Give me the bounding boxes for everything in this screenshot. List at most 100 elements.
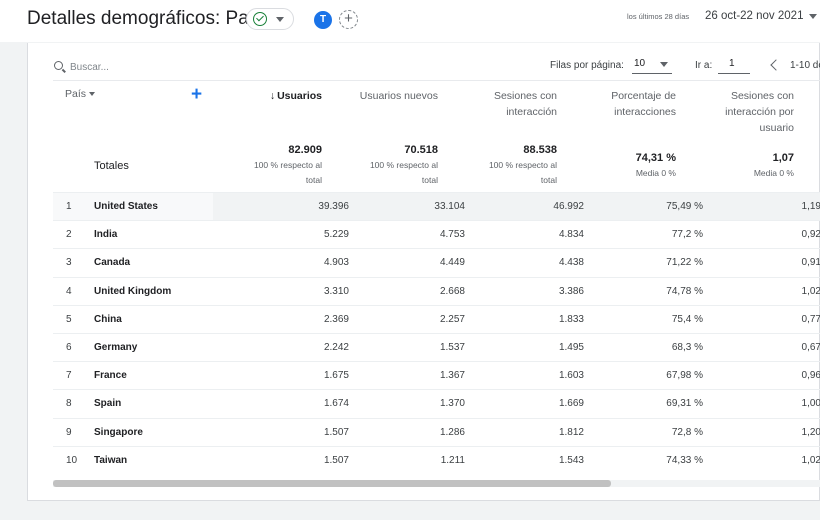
column-header-users[interactable]: ↓ Usuarios: [270, 88, 322, 104]
date-range-picker[interactable]: 26 oct-22 nov 2021: [705, 10, 803, 22]
cell-users: 2.369: [323, 313, 349, 325]
cell-sessions-per-user: 1,02: [801, 285, 820, 297]
country-name[interactable]: Canada: [94, 257, 130, 268]
table-row[interactable]: 8 Spain 1.674 1.370 1.669 69,31 % 1,00: [53, 389, 820, 417]
cell-sessions-per-user: 1,02: [801, 454, 820, 466]
goto-page-input[interactable]: 1: [718, 56, 750, 74]
table-row[interactable]: 6 Germany 2.242 1.537 1.495 68,3 % 0,67: [53, 333, 820, 361]
total-value: 74,31 %: [635, 152, 676, 164]
check-circle-icon: [253, 12, 267, 26]
cell-users: 5.229: [323, 229, 349, 241]
cell-engagement-rate: 71,22 %: [666, 257, 703, 269]
cell-engaged-sessions: 1.603: [558, 370, 584, 382]
cell-engagement-rate: 72,8 %: [671, 426, 703, 438]
comparison-avatar[interactable]: T: [314, 11, 332, 29]
report-status-dropdown[interactable]: [246, 8, 294, 30]
total-new-users: 70.518 100 % respecto al total: [370, 142, 438, 188]
cell-new-users: 4.753: [439, 229, 465, 241]
cell-new-users: 4.449: [439, 257, 465, 269]
header-line: interacción: [506, 106, 557, 118]
row-index: 3: [66, 257, 72, 269]
chevron-down-icon: [276, 17, 284, 22]
country-name[interactable]: Taiwan: [94, 455, 127, 466]
chevron-down-icon[interactable]: [809, 14, 817, 19]
table-row[interactable]: 3 Canada 4.903 4.449 4.438 71,22 % 0,91: [53, 248, 820, 276]
header-line: interacciones: [614, 106, 676, 118]
total-sub: total: [305, 175, 322, 185]
cell-engaged-sessions: 4.834: [558, 229, 584, 241]
row-index: 8: [66, 398, 72, 410]
country-name[interactable]: Singapore: [94, 427, 143, 438]
header-line: usuario: [759, 122, 794, 134]
cell-engagement-rate: 75,49 %: [666, 201, 703, 212]
cell-engagement-rate: 77,2 %: [671, 229, 703, 241]
horizontal-scrollbar-thumb[interactable]: [53, 480, 611, 487]
cell-users: 1.507: [323, 454, 349, 466]
cell-engagement-rate: 68,3 %: [671, 342, 703, 353]
header-line: Porcentaje de: [611, 90, 676, 102]
cell-new-users: 33.104: [434, 201, 465, 212]
chevron-down-icon: [89, 92, 96, 97]
cell-sessions-per-user: 0,67: [801, 342, 820, 353]
dimension-header-label: País: [65, 88, 87, 100]
table-row[interactable]: 2 India 5.229 4.753 4.834 77,2 % 0,92: [53, 220, 820, 248]
total-sub: Media 0 %: [753, 168, 794, 178]
cell-sessions-per-user: 1,20: [801, 426, 820, 438]
page-title: Detalles demográficos: País: [27, 8, 264, 29]
cell-engaged-sessions: 1.495: [558, 342, 584, 353]
cell-new-users: 1.211: [440, 454, 465, 466]
table-row[interactable]: 7 France 1.675 1.367 1.603 67,98 % 0,96: [53, 361, 820, 389]
chevron-left-icon[interactable]: [770, 59, 782, 71]
row-index: 4: [66, 285, 72, 297]
column-header-engaged-sessions[interactable]: Sesiones con interacción: [494, 88, 557, 120]
column-header-engagement-rate[interactable]: Porcentaje de interacciones: [611, 88, 676, 120]
pagination-range: 1-10 de: [790, 60, 820, 71]
row-index: 5: [66, 313, 72, 325]
row-index: 1: [66, 201, 72, 212]
country-name[interactable]: United Kingdom: [94, 286, 171, 297]
cell-engagement-rate: 74,33 %: [666, 454, 703, 466]
header-line: Sesiones con: [730, 90, 794, 102]
table-row[interactable]: 9 Singapore 1.507 1.286 1.812 72,8 % 1,20: [53, 417, 820, 446]
country-name[interactable]: France: [94, 370, 127, 381]
add-dimension-button[interactable]: +: [191, 85, 202, 104]
total-engagement-rate: 74,31 % Media 0 %: [636, 150, 676, 181]
table-row[interactable]: 1 United States 39.396 33.104 46.992 75,49 % 1…: [53, 192, 820, 220]
table-row[interactable]: 5 China 2.369 2.257 1.833 75,4 % 0,77: [53, 304, 820, 333]
country-name[interactable]: India: [94, 229, 117, 240]
cell-sessions-per-user: 0,91: [801, 257, 820, 269]
date-range-label: los últimos 28 días: [627, 12, 690, 21]
row-index: 2: [66, 229, 72, 241]
cell-engaged-sessions: 46.992: [553, 201, 584, 212]
total-sub: 100 % respecto al: [253, 160, 322, 170]
cell-sessions-per-user: 1,19: [801, 201, 820, 212]
cell-users: 4.903: [323, 257, 349, 269]
cell-engaged-sessions: 1.833: [558, 313, 584, 325]
goto-page-value: 1: [729, 58, 735, 69]
cell-engaged-sessions: 4.438: [558, 257, 584, 269]
row-index: 6: [66, 342, 72, 353]
rows-per-page-select[interactable]: 10: [632, 56, 672, 74]
add-comparison-button[interactable]: +: [339, 10, 358, 29]
cell-new-users: 2.668: [439, 285, 465, 297]
header-line: interacción por: [725, 106, 794, 118]
cell-sessions-per-user: 0,77: [801, 313, 820, 325]
country-name[interactable]: China: [94, 314, 122, 325]
cell-engagement-rate: 67,98 %: [666, 370, 703, 382]
total-sub: Media 0 %: [635, 168, 676, 178]
cell-new-users: 1.537: [439, 342, 465, 353]
country-name[interactable]: Germany: [94, 342, 137, 353]
country-name[interactable]: United States: [94, 201, 158, 212]
table-row[interactable]: 10 Taiwan 1.507 1.211 1.543 74,33 % 1,02: [53, 445, 820, 474]
total-sub: 100 % respecto al: [369, 160, 438, 170]
row-highlight: [213, 193, 820, 220]
cell-users: 1.507: [323, 426, 349, 438]
column-header-sessions-per-user[interactable]: Sesiones con interacción por usuario: [725, 88, 794, 136]
country-name[interactable]: Spain: [94, 398, 121, 409]
search-input[interactable]: [70, 59, 270, 75]
row-index: 9: [66, 426, 72, 438]
cell-users: 1.675: [323, 370, 349, 382]
column-header-new-users[interactable]: Usuarios nuevos: [360, 88, 438, 104]
dimension-header[interactable]: País: [65, 88, 96, 100]
table-row[interactable]: 4 United Kingdom 3.310 2.668 3.386 74,78 % 1,0…: [53, 276, 820, 305]
